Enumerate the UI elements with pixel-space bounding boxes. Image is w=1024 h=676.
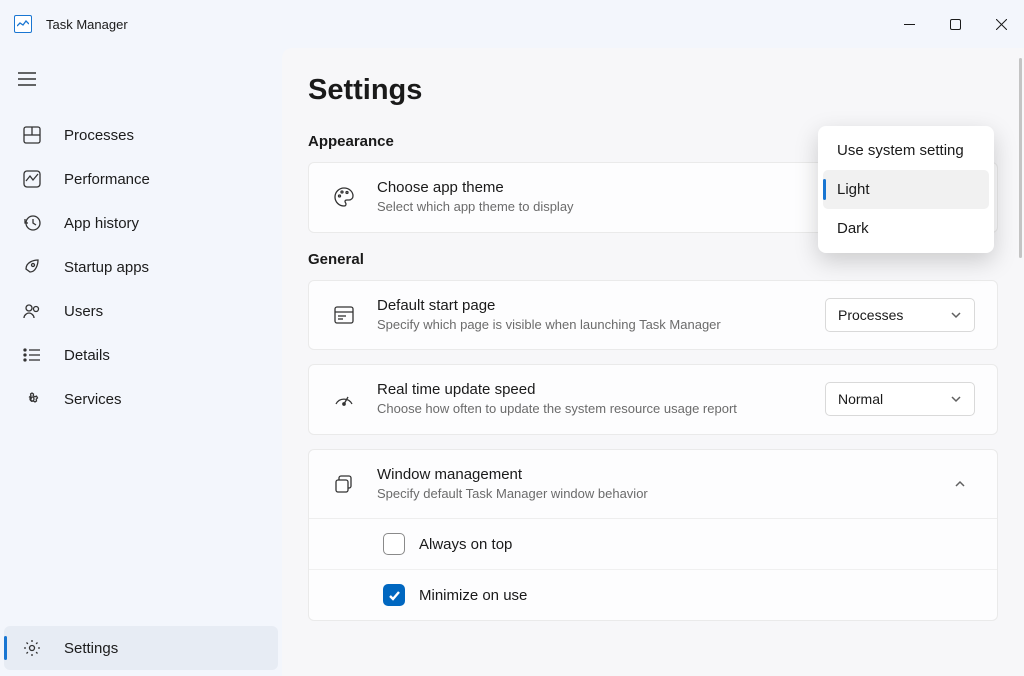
sidebar-item-label: App history: [64, 215, 139, 232]
window-management-header[interactable]: Window management Specify default Task M…: [309, 450, 997, 519]
sidebar-item-label: Startup apps: [64, 259, 149, 276]
option-label: Minimize on use: [419, 587, 527, 604]
users-icon: [22, 301, 42, 321]
sidebar-item-label: Processes: [64, 127, 134, 144]
sidebar-item-label: Settings: [64, 640, 118, 657]
dropdown-value: Processes: [838, 307, 903, 323]
startup-icon: [22, 257, 42, 277]
palette-icon: [331, 184, 357, 210]
title-bar-left: Task Manager: [14, 15, 128, 33]
app-icon: [14, 15, 32, 33]
sidebar-item-processes[interactable]: Processes: [4, 113, 278, 157]
sidebar-item-label: Details: [64, 347, 110, 364]
chevron-down-icon: [950, 309, 962, 321]
hamburger-button[interactable]: [0, 66, 282, 113]
checkbox-unchecked[interactable]: [383, 533, 405, 555]
theme-popup: Use system setting Light Dark: [818, 126, 994, 253]
minimize-button[interactable]: [886, 4, 932, 44]
page-title: Settings: [308, 74, 998, 107]
setting-subtitle: Select which app theme to display: [377, 198, 777, 216]
history-icon: [22, 213, 42, 233]
chevron-down-icon: [950, 393, 962, 405]
windows-icon: [331, 471, 357, 497]
page-icon: [331, 302, 357, 328]
setting-update-speed: Real time update speed Choose how often …: [308, 364, 998, 435]
setting-title: Window management: [377, 466, 925, 483]
sidebar: Processes Performance App history Startu…: [0, 48, 282, 676]
title-bar: Task Manager: [0, 0, 1024, 48]
popup-item-label: Use system setting: [837, 142, 964, 159]
setting-title: Real time update speed: [377, 381, 805, 398]
main-content: Settings Appearance Choose app theme Sel…: [282, 48, 1024, 676]
sidebar-item-performance[interactable]: Performance: [4, 157, 278, 201]
dropdown-value: Normal: [838, 391, 883, 407]
scrollbar[interactable]: [1019, 58, 1022, 258]
nav-list: Processes Performance App history Startu…: [0, 113, 282, 676]
setting-window-management: Window management Specify default Task M…: [308, 449, 998, 622]
option-always-on-top[interactable]: Always on top: [309, 519, 997, 569]
sidebar-item-app-history[interactable]: App history: [4, 201, 278, 245]
sidebar-item-settings[interactable]: Settings: [4, 626, 278, 670]
popup-item-label: Light: [837, 181, 870, 198]
processes-icon: [22, 125, 42, 145]
setting-subtitle: Specify which page is visible when launc…: [377, 316, 777, 334]
option-label: Always on top: [419, 536, 512, 553]
app-title: Task Manager: [46, 17, 128, 32]
sidebar-item-users[interactable]: Users: [4, 289, 278, 333]
close-button[interactable]: [978, 4, 1024, 44]
details-icon: [22, 345, 42, 365]
performance-icon: [22, 169, 42, 189]
window-controls: [886, 4, 1024, 44]
update-speed-dropdown[interactable]: Normal: [825, 382, 975, 416]
start-page-dropdown[interactable]: Processes: [825, 298, 975, 332]
sidebar-item-details[interactable]: Details: [4, 333, 278, 377]
sidebar-item-label: Users: [64, 303, 103, 320]
sidebar-item-services[interactable]: Services: [4, 377, 278, 421]
theme-option-light[interactable]: Light: [823, 170, 989, 209]
option-minimize-on-use[interactable]: Minimize on use: [309, 569, 997, 620]
sidebar-item-startup-apps[interactable]: Startup apps: [4, 245, 278, 289]
chevron-up-icon: [945, 477, 975, 491]
sidebar-item-label: Performance: [64, 171, 150, 188]
theme-option-dark[interactable]: Dark: [823, 209, 989, 248]
sidebar-item-label: Services: [64, 391, 122, 408]
services-icon: [22, 389, 42, 409]
gear-icon: [22, 638, 42, 658]
maximize-button[interactable]: [932, 4, 978, 44]
setting-title: Default start page: [377, 297, 805, 314]
setting-subtitle: Specify default Task Manager window beha…: [377, 485, 777, 503]
setting-start-page: Default start page Specify which page is…: [308, 280, 998, 351]
popup-item-label: Dark: [837, 220, 869, 237]
checkbox-checked[interactable]: [383, 584, 405, 606]
speed-icon: [331, 386, 357, 412]
theme-option-system[interactable]: Use system setting: [823, 131, 989, 170]
section-heading-general: General: [308, 251, 998, 268]
setting-subtitle: Choose how often to update the system re…: [377, 400, 777, 418]
